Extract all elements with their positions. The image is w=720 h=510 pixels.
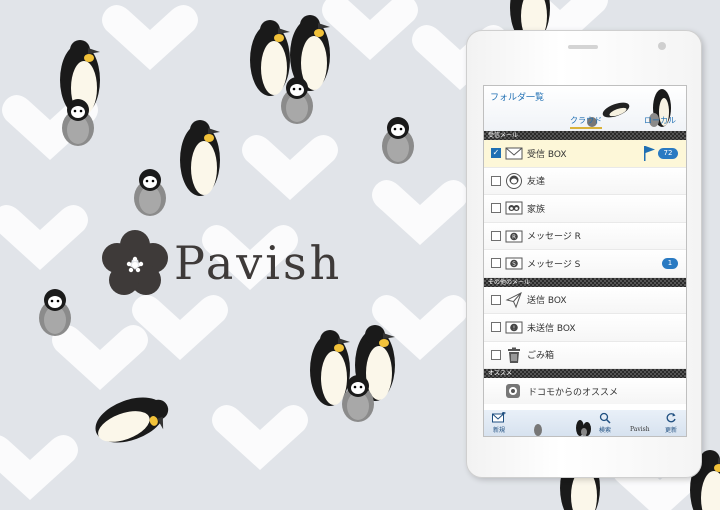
phone-mockup: フォルダ一覧 クラウド ローカル 受信メール ✓ 受信 BOX 72 友達 家族…: [466, 30, 702, 478]
checkbox[interactable]: [491, 258, 501, 269]
folder-row-inbox[interactable]: ✓ 受信 BOX 72: [484, 140, 686, 168]
checkbox[interactable]: [491, 294, 501, 305]
folder-label: 送信 BOX: [527, 296, 567, 307]
svg-text:S: S: [512, 262, 516, 268]
tab-local[interactable]: ローカル: [644, 115, 676, 126]
compose-icon: [492, 412, 506, 423]
recommend-row[interactable]: ドコモからのオススメ: [484, 378, 686, 404]
penguin-family-icon: [505, 201, 523, 215]
folder-label: 受信 BOX: [527, 149, 567, 160]
folder-row-message-s[interactable]: S メッセージ S 1: [484, 250, 686, 278]
recommend-label: ドコモからのオススメ: [528, 387, 619, 398]
section-header-other: その他のメール: [484, 277, 686, 287]
section-header-inbox: 受信メール: [484, 131, 686, 140]
folder-header: フォルダ一覧 クラウド ローカル: [484, 86, 686, 131]
folder-label: ごみ箱: [527, 351, 555, 362]
bottom-toolbar: 新規 検索 Pavish 更新: [484, 410, 686, 436]
draft-icon: !: [505, 321, 523, 334]
flag-icon: [644, 146, 655, 161]
message-r-icon: R: [505, 230, 523, 243]
folder-label: 家族: [527, 204, 546, 215]
envelope-icon: [505, 147, 523, 160]
checkbox[interactable]: [491, 203, 501, 214]
refresh-button[interactable]: 更新: [656, 412, 686, 436]
pavish-logo: Pavish: [100, 228, 342, 298]
brand-name: Pavish: [174, 236, 343, 290]
phone-speaker: [568, 45, 598, 49]
checkbox[interactable]: ✓: [491, 148, 501, 159]
folder-row-trash[interactable]: ごみ箱: [484, 341, 686, 369]
folder-label: メッセージ S: [527, 259, 581, 270]
trash-icon: [508, 347, 520, 363]
phone-camera: [658, 42, 666, 50]
penguin-face-icon: [506, 172, 522, 189]
new-mail-label: 新規: [492, 427, 505, 434]
checkbox[interactable]: [491, 349, 501, 360]
checkbox[interactable]: [491, 322, 501, 333]
section-header-recommend: オススメ: [484, 369, 686, 378]
svg-text:!: !: [513, 326, 515, 332]
folder-row-family[interactable]: 家族: [484, 195, 686, 223]
folder-row-drafts[interactable]: ! 未送信 BOX: [484, 314, 686, 342]
unread-count-badge: 72: [658, 148, 678, 159]
checkbox[interactable]: [491, 175, 501, 186]
footer-logo: Pavish: [630, 426, 650, 433]
checkbox[interactable]: [491, 230, 501, 241]
folder-label: 未送信 BOX: [527, 323, 576, 334]
folder-label: メッセージ R: [527, 232, 581, 243]
folder-row-outbox[interactable]: 送信 BOX: [484, 286, 686, 314]
footer-penguin-art: [534, 420, 591, 436]
folder-label: 友達: [527, 177, 546, 188]
unread-count-badge: 1: [662, 258, 678, 269]
paper-plane-icon: [505, 291, 522, 309]
plum-blossom-icon: [102, 230, 168, 295]
svg-text:R: R: [512, 234, 516, 240]
new-mail-button[interactable]: 新規: [484, 412, 514, 436]
folder-row-friends[interactable]: 友達: [484, 167, 686, 195]
recommend-icon: [506, 384, 520, 398]
refresh-icon: [666, 413, 676, 423]
app-screen: フォルダ一覧 クラウド ローカル 受信メール ✓ 受信 BOX 72 友達 家族…: [483, 85, 687, 437]
tab-cloud[interactable]: クラウド: [570, 115, 602, 129]
page-title: フォルダ一覧: [490, 93, 545, 103]
message-s-icon: S: [505, 257, 523, 270]
refresh-label: 更新: [664, 427, 677, 434]
folder-row-message-r[interactable]: R メッセージ R: [484, 222, 686, 250]
